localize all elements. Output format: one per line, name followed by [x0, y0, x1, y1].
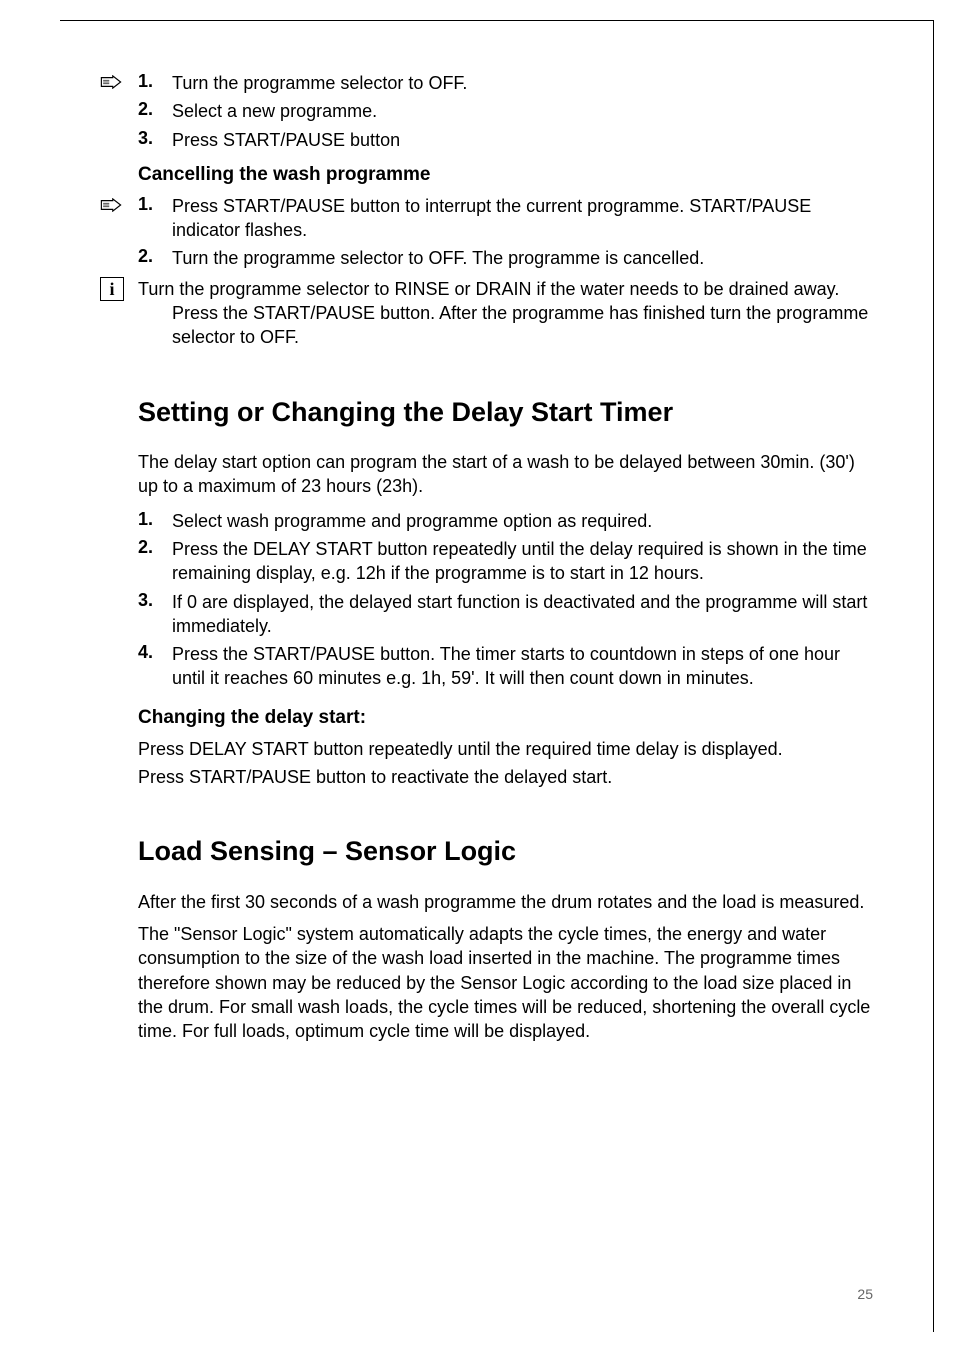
paragraph-text: After the first 30 seconds of a wash pro…	[138, 890, 873, 914]
list-number: 3.	[138, 590, 172, 611]
list-number: 3.	[138, 128, 172, 149]
list-item: 2. Select a new programme.	[100, 99, 873, 123]
list-text: Press DELAY START button repeatedly unti…	[138, 737, 873, 761]
list-number: 2.	[138, 99, 172, 120]
list-item: 3. If 0 are displayed, the delayed start…	[100, 590, 873, 639]
list-item: 4. Press the START/PAUSE button. The tim…	[100, 642, 873, 691]
list-number: 1.	[138, 71, 172, 92]
list-text: Select a new programme.	[172, 99, 873, 123]
sub-heading: Cancelling the wash programme	[138, 164, 873, 186]
list-item: 3. Press START/PAUSE button	[100, 128, 873, 152]
list-item: 1. Press START/PAUSE button to interrupt…	[100, 194, 873, 243]
list-text: Press the DELAY START button repeatedly …	[172, 537, 873, 586]
info-note: i Turn the programme selector to RINSE o…	[100, 277, 873, 350]
paragraph-text: The "Sensor Logic" system automatically …	[138, 922, 873, 1043]
list-number: 4.	[138, 642, 172, 663]
list-number: 1.	[138, 194, 172, 215]
sub-heading-row: Cancelling the wash programme	[100, 158, 873, 190]
list-text: Select wash programme and programme opti…	[172, 509, 873, 533]
hand-icon	[100, 71, 138, 89]
list-section: 1. Select wash programme and programme o…	[100, 509, 873, 691]
sub-heading: Changing the delay start:	[138, 707, 873, 729]
paragraph: After the first 30 seconds of a wash pro…	[100, 890, 873, 914]
list-section: 1. Press START/PAUSE button to interrupt…	[100, 194, 873, 271]
list-text: Press START/PAUSE button to reactivate t…	[138, 765, 873, 789]
list-number: 2.	[138, 537, 172, 558]
list-text: Press START/PAUSE button	[172, 128, 873, 152]
list-item: 2. Press the DELAY START button repeated…	[100, 537, 873, 586]
hand-icon	[100, 194, 138, 212]
heading-row: Setting or Changing the Delay Start Time…	[100, 354, 873, 446]
list-number: 1.	[138, 509, 172, 530]
paragraph-text: The delay start option can program the s…	[138, 450, 873, 499]
sub-heading-row: Changing the delay start:	[100, 701, 873, 733]
list-section: 1. Turn the programme selector to OFF. 2…	[100, 71, 873, 152]
list-item: 1. Turn the programme selector to OFF.	[100, 71, 873, 95]
intro-paragraph: The delay start option can program the s…	[100, 450, 873, 499]
paragraph: The "Sensor Logic" system automatically …	[100, 922, 873, 1043]
list-text: If 0 are displayed, the delayed start fu…	[172, 590, 873, 639]
list-text: Press the START/PAUSE button. The timer …	[172, 642, 873, 691]
section-heading: Load Sensing – Sensor Logic	[138, 835, 873, 867]
list-item: Press DELAY START button repeatedly unti…	[100, 737, 873, 761]
list-text: Press START/PAUSE button to interrupt th…	[172, 194, 873, 243]
info-icon: i	[100, 277, 124, 301]
list-number: 2.	[138, 246, 172, 267]
heading-row: Load Sensing – Sensor Logic	[100, 793, 873, 885]
list-item: 2. Turn the programme selector to OFF. T…	[100, 246, 873, 270]
section-heading: Setting or Changing the Delay Start Time…	[138, 396, 873, 428]
list-item: 1. Select wash programme and programme o…	[100, 509, 873, 533]
page-number: 25	[857, 1286, 873, 1302]
list-text: Turn the programme selector to OFF.	[172, 71, 873, 95]
list-text: Turn the programme selector to OFF. The …	[172, 246, 873, 270]
document-page: 1. Turn the programme selector to OFF. 2…	[60, 20, 934, 1332]
info-text: Turn the programme selector to RINSE or …	[172, 277, 873, 350]
list-item: Press START/PAUSE button to reactivate t…	[100, 765, 873, 789]
